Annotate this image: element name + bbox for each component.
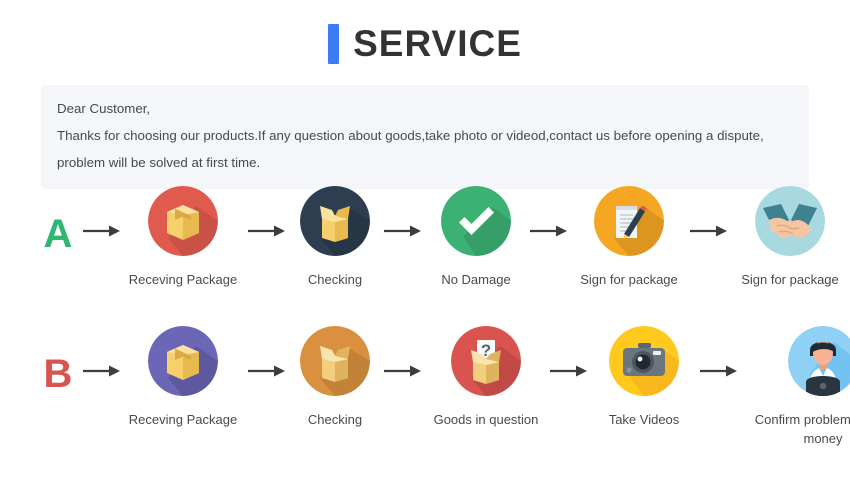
right-arrow-icon [242, 326, 292, 416]
flow-step-label: Sign for package [580, 272, 678, 287]
flow-step-label: Checking [307, 272, 363, 287]
flow-step-label: Confirm problem,refund money [754, 412, 850, 446]
flow-step-label: Take Videos [608, 412, 680, 427]
right-arrow-icon [544, 326, 594, 416]
question-box-icon: ? [451, 326, 521, 396]
flow-step-label: Sign for package [741, 272, 839, 287]
notice-line-1: Dear Customer, [57, 101, 151, 116]
service-infographic: SERVICE Dear Customer, Thanks for choosi… [0, 0, 850, 502]
camera-icon [609, 326, 679, 396]
document-pen-icon [594, 186, 664, 256]
flow-step-a2: Checking [292, 186, 378, 289]
flow-step-label: No Damage [441, 272, 511, 287]
flow-step-a5: Sign for package [734, 186, 846, 289]
customer-notice-box: Dear Customer, Thanks for choosing our p… [41, 85, 809, 189]
flow-row-a: A Receving Package Checking No Damage Si… [0, 186, 850, 326]
flow-rows: A Receving Package Checking No Damage Si… [0, 186, 850, 466]
right-arrow-icon [378, 326, 428, 416]
flow-step-label: Receving Package [128, 412, 238, 427]
right-arrow-icon [242, 186, 292, 276]
page-title: SERVICE [0, 0, 850, 72]
flow-step-label: Checking [307, 412, 363, 427]
page-title-text: SERVICE [353, 23, 522, 64]
flow-step-b5: Confirm problem,refund money [744, 326, 850, 448]
right-arrow-icon [80, 186, 124, 276]
flow-step-label: Receving Package [128, 272, 238, 287]
right-arrow-icon [378, 186, 428, 276]
flow-step-a4: Sign for package [574, 186, 684, 289]
flow-step-b2: Checking [292, 326, 378, 429]
flow-step-b3: ? Goods in question [428, 326, 544, 429]
notice-line-3: problem will be solved at first time. [57, 155, 261, 170]
flow-letter-a: A [43, 212, 73, 256]
open-box-icon [300, 326, 370, 396]
flow-step-a3: No Damage [428, 186, 524, 289]
right-arrow-icon [684, 186, 734, 276]
right-arrow-icon [694, 326, 744, 416]
closed-box-icon [148, 186, 218, 256]
right-arrow-icon [80, 326, 124, 416]
closed-box-icon [148, 326, 218, 396]
check-mark-icon [441, 186, 511, 256]
title-accent-bar [328, 24, 340, 64]
open-box-icon [300, 186, 370, 256]
notice-line-2: Thanks for choosing our products.If any … [57, 128, 764, 143]
flow-step-label: Goods in question [433, 412, 539, 427]
flow-letter-b: B [43, 352, 73, 396]
handshake-icon [755, 186, 825, 256]
flow-step-a1: Receving Package [124, 186, 242, 289]
flow-row-b: B Receving Package Checking ? Goods in q… [0, 326, 850, 466]
person-avatar-icon [788, 326, 850, 396]
flow-step-b4: Take Videos [594, 326, 694, 429]
right-arrow-icon [524, 186, 574, 276]
flow-step-b1: Receving Package [124, 326, 242, 429]
